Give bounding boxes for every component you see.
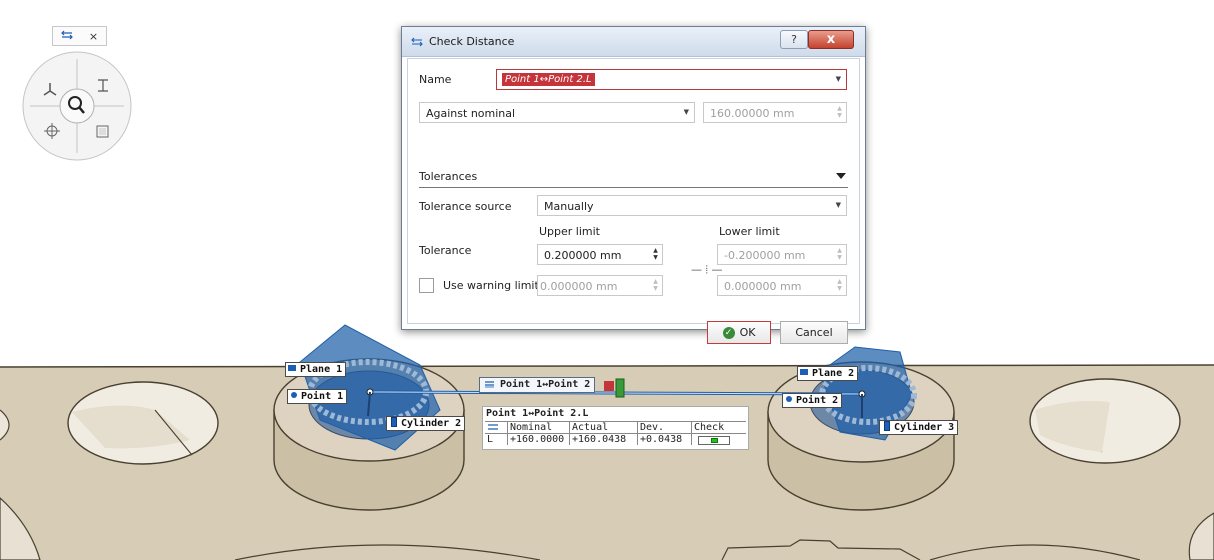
close-icon[interactable]: × xyxy=(89,31,98,42)
use-warning-limit-label[interactable]: Use warning limit xyxy=(443,279,539,292)
use-warning-limit-checkbox[interactable] xyxy=(419,278,434,293)
spin-arrows-icon[interactable]: ▲ ▼ xyxy=(836,105,843,120)
chevron-down-icon[interactable]: ▼ xyxy=(836,75,841,83)
tolerances-section-header[interactable]: Tolerances xyxy=(419,169,848,188)
cylinder-icon xyxy=(884,421,890,431)
point-2-label[interactable]: Point 2 xyxy=(782,393,843,408)
tolerance-source-value: Manually xyxy=(544,200,594,213)
deviation-arrow-icon xyxy=(604,381,614,391)
lower-tolerance-spinbox[interactable]: -0.200000 mm ▲ ▼ xyxy=(717,244,847,265)
navigator-toolbar: × xyxy=(52,26,107,46)
tolerance-source-label: Tolerance source xyxy=(419,200,512,213)
nominal-spinbox[interactable]: 160.00000 mm ▲ ▼ xyxy=(703,102,847,123)
plane-icon xyxy=(800,369,808,375)
result-actual-value: +160.0438 xyxy=(569,433,637,445)
upper-tolerance-value: 0.200000 mm xyxy=(544,249,622,262)
measure-distance-icon[interactable] xyxy=(61,30,73,42)
ok-label: OK xyxy=(739,326,756,339)
tolerance-source-combobox[interactable]: Manually ▼ xyxy=(537,195,847,216)
chevron-down-icon[interactable]: ▼ xyxy=(836,201,841,209)
check-icon: ✓ xyxy=(722,326,735,339)
nominal-value: 160.00000 mm xyxy=(710,107,795,120)
cancel-label: Cancel xyxy=(795,326,833,339)
warning-upper-spinbox[interactable]: 0.000000 mm ▲ ▼ xyxy=(537,275,663,296)
tolerance-label: Tolerance xyxy=(419,244,472,257)
measure-distance-icon xyxy=(488,424,498,430)
name-selected-text: Point 1↔Point 2.L xyxy=(502,73,595,86)
chevron-down-icon[interactable]: ▼ xyxy=(684,108,689,116)
result-row-label: L xyxy=(485,433,507,445)
cylinder-2-label[interactable]: Cylinder 2 xyxy=(386,416,466,431)
dialog-close-button[interactable]: x xyxy=(808,30,854,49)
spin-arrows-icon[interactable]: ▲ ▼ xyxy=(836,247,843,262)
help-button[interactable]: ? xyxy=(780,30,808,49)
mode-value: Against nominal xyxy=(426,107,516,120)
name-label: Name xyxy=(419,73,452,86)
spin-arrows-icon[interactable]: ▲ ▼ xyxy=(836,278,843,293)
tolerance-status-icon xyxy=(615,378,625,398)
ok-button[interactable]: ✓ OK xyxy=(707,321,771,344)
plane-1-label[interactable]: Plane 1 xyxy=(285,362,347,377)
plane-2-label[interactable]: Plane 2 xyxy=(797,366,859,381)
check-distance-icon xyxy=(411,37,423,47)
cancel-button[interactable]: Cancel xyxy=(780,321,848,344)
tolerance-check-marker xyxy=(711,438,718,443)
upper-tolerance-spinbox[interactable]: 0.200000 mm ▲ ▼ xyxy=(537,244,663,265)
result-title: Point 1↔Point 2.L xyxy=(486,408,589,419)
spin-arrows-icon[interactable]: ▲ ▼ xyxy=(652,247,659,262)
upper-limit-label: Upper limit xyxy=(539,225,600,238)
result-table[interactable]: Point 1↔Point 2.L Nominal Actual Dev. Ch… xyxy=(482,406,749,450)
result-header-check: Check xyxy=(691,421,746,433)
dialog-titlebar[interactable]: Check Distance ? x xyxy=(402,27,865,57)
check-distance-dialog: Check Distance ? x Name Point 1↔Point 2.… xyxy=(401,26,866,344)
cylinder-icon xyxy=(391,417,397,427)
cylinder-3-label[interactable]: Cylinder 3 xyxy=(879,420,959,435)
result-header-nominal: Nominal xyxy=(507,421,569,433)
dialog-body: Name Point 1↔Point 2.L ▼ Against nominal… xyxy=(407,58,860,344)
point-1-label[interactable]: Point 1 xyxy=(287,389,348,404)
result-header-actual: Actual xyxy=(569,421,637,433)
measure-distance-icon xyxy=(485,381,494,388)
warning-upper-value: 0.000000 mm xyxy=(540,280,618,293)
tolerances-header-text: Tolerances xyxy=(419,170,478,183)
spin-arrows-icon[interactable]: ▲ ▼ xyxy=(652,278,659,293)
tolerance-check-bar xyxy=(698,436,730,445)
point-icon xyxy=(291,392,297,398)
lower-limit-label: Lower limit xyxy=(719,225,780,238)
lower-tolerance-value: -0.200000 mm xyxy=(724,249,806,262)
result-deviation-value: +0.0438 xyxy=(637,433,691,445)
result-nominal-value: +160.0000 xyxy=(507,433,569,445)
dialog-title: Check Distance xyxy=(429,35,515,48)
result-check-cell xyxy=(691,433,746,445)
warning-lower-spinbox[interactable]: 0.000000 mm ▲ ▼ xyxy=(717,275,847,296)
collapse-triangle-icon[interactable] xyxy=(836,173,846,179)
name-combobox[interactable]: Point 1↔Point 2.L ▼ xyxy=(496,69,847,90)
warning-lower-value: 0.000000 mm xyxy=(724,280,802,293)
distance-label[interactable]: Point 1↔Point 2 xyxy=(479,377,596,393)
navigation-wheel[interactable] xyxy=(22,51,132,161)
3d-viewport[interactable]: × Plane 1 Point 1 Cylinder 2 Plane 2 Poi… xyxy=(0,0,1214,560)
mode-combobox[interactable]: Against nominal ▼ xyxy=(419,102,695,123)
point-icon xyxy=(786,396,792,402)
result-header-icon xyxy=(485,421,507,433)
plane-icon xyxy=(288,365,296,371)
result-header-dev: Dev. xyxy=(637,421,691,433)
